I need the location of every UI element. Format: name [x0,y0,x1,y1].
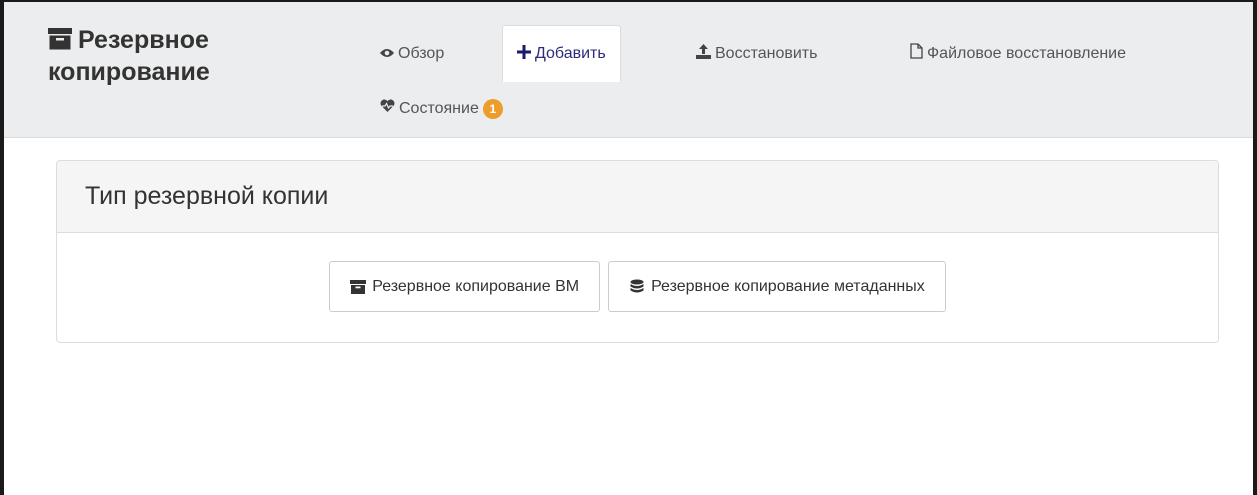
tab-label: Состояние [399,99,479,117]
app-title: Резервное копирование [48,24,348,88]
archive-icon [48,26,72,50]
tab-file-restore[interactable]: Файловое восстановление [896,25,1140,82]
plus-icon [517,42,531,65]
database-icon [629,279,645,295]
backup-type-buttons: Резервное копирование ВМ Резервное копир… [57,261,1218,312]
button-label: Резервное копирование метаданных [651,277,925,295]
page-header: Резервное копирование Обзор Добавить Вос… [4,2,1253,138]
tab-overview[interactable]: Обзор [366,25,458,82]
tab-status[interactable]: Состояние 1 [366,80,517,137]
app-title-line2: копирование [48,58,210,86]
panel-heading: Тип резервной копии [57,161,1218,233]
vm-backup-button[interactable]: Резервное копирование ВМ [329,261,601,312]
tab-label: Файловое восстановление [927,44,1127,62]
button-label: Резервное копирование ВМ [372,277,580,295]
tab-bar: Обзор Добавить Восстановить Файловое вос… [354,22,1234,138]
tab-add[interactable]: Добавить [502,25,621,82]
tab-restore[interactable]: Восстановить [682,25,831,82]
status-badge: 1 [482,98,503,119]
backup-type-panel: Тип резервной копии Резервное копировани… [56,160,1219,343]
tab-label: Обзор [398,44,445,62]
app-title-line1: Резервное [78,26,209,54]
upload-icon [696,43,711,64]
eye-icon [380,45,394,63]
archive-icon [350,279,367,295]
file-icon [910,43,923,64]
tab-label: Восстановить [715,44,818,62]
heartbeat-icon [380,99,395,118]
tab-label: Добавить [535,44,606,62]
panel-title: Тип резервной копии [85,182,329,210]
metadata-backup-button[interactable]: Резервное копирование метаданных [608,261,946,312]
